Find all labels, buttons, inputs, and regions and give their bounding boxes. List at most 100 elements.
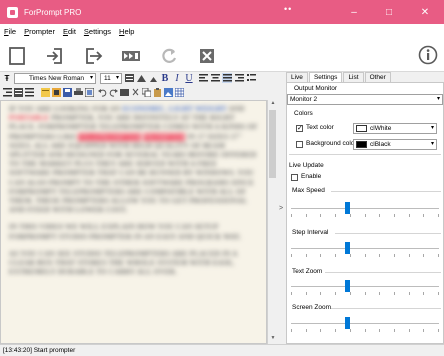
max-speed-slider[interactable] [291, 201, 439, 217]
table-icon[interactable] [175, 88, 184, 97]
align-left-icon[interactable] [198, 73, 208, 83]
slider-thumb[interactable] [345, 280, 350, 292]
text-color-checkbox[interactable]: ✓ [296, 125, 303, 132]
slider-tick [394, 254, 395, 257]
cut-icon[interactable] [131, 88, 140, 97]
menu-prompter[interactable]: Prompter [24, 27, 55, 36]
tab-list[interactable]: List [343, 72, 364, 82]
block-icon[interactable] [120, 88, 129, 97]
maximize-button[interactable]: □ [374, 0, 404, 24]
slider-tick [306, 214, 307, 217]
open-file-icon[interactable] [45, 46, 65, 66]
slider-tick [350, 254, 351, 257]
slider-tick [365, 254, 366, 257]
close-window-button[interactable]: ✕ [410, 0, 440, 24]
slider-track [291, 286, 439, 287]
slider-tick [423, 254, 424, 257]
format-toolbar: Ŧ Times New Roman ▾ 11 ▾ B I U [0, 72, 278, 100]
text-color-label: Text color [306, 124, 334, 131]
redo-icon[interactable] [109, 88, 118, 97]
slider-tick [409, 254, 410, 257]
editor-scrollbar[interactable]: ▲ ▼ [267, 100, 277, 344]
font-grow-icon[interactable] [136, 73, 146, 83]
divider [335, 233, 441, 234]
print-icon[interactable] [74, 88, 83, 97]
slider-tick [335, 292, 336, 295]
panel-splitter[interactable]: > [277, 72, 286, 344]
bold-button[interactable]: B [160, 73, 170, 84]
tab-other[interactable]: Other [364, 72, 391, 82]
chevron-down-icon: ▾ [115, 75, 119, 81]
slider-tick [379, 214, 380, 217]
align-justify-icon[interactable] [222, 73, 232, 83]
slider-tick [409, 292, 410, 295]
info-icon[interactable] [418, 45, 438, 65]
background-color-select[interactable]: clBlack ▾ [353, 139, 437, 150]
script-editor[interactable]: IF YOU ARE LOOKING FOR AN ECONOMIC, LIGH… [0, 100, 267, 344]
indent-icon[interactable] [3, 88, 12, 97]
underline-button[interactable]: U [184, 73, 194, 84]
menu-settings[interactable]: Settings [84, 27, 111, 36]
new-document-icon[interactable] [7, 46, 27, 66]
undo-icon[interactable] [98, 88, 107, 97]
align-right-icon[interactable] [234, 73, 244, 83]
note-icon[interactable] [41, 88, 50, 97]
font-name-select[interactable]: Times New Roman ▾ [14, 73, 96, 84]
font-name-value: Times New Roman [29, 75, 85, 82]
slider-tick [291, 214, 292, 217]
slider-tick [394, 214, 395, 217]
output-monitor-select[interactable]: Monitor 2 ▾ [287, 94, 443, 105]
status-text: [13:43:20] Start prompter [3, 347, 76, 354]
slider-tick [306, 292, 307, 295]
list-icon[interactable] [14, 88, 23, 97]
italic-button[interactable]: I [172, 73, 182, 84]
tab-settings[interactable]: Settings [308, 72, 343, 82]
background-color-label: Background color [306, 140, 357, 147]
save-icon[interactable] [63, 88, 72, 97]
font-size-select[interactable]: 11 ▾ [100, 73, 122, 84]
image-icon[interactable] [52, 88, 61, 97]
paragraph-style-icon[interactable] [124, 73, 134, 83]
tab-live[interactable]: Live [286, 72, 308, 82]
close-icon[interactable] [197, 46, 217, 66]
menu-edit[interactable]: Edit [63, 27, 76, 36]
slider-tick [409, 214, 410, 217]
slider-thumb[interactable] [345, 317, 350, 329]
slider-tick [409, 329, 410, 332]
slider-tick [350, 214, 351, 217]
enable-checkbox[interactable] [291, 174, 298, 181]
preview-icon[interactable] [85, 88, 94, 97]
menu-help[interactable]: Help [119, 27, 134, 36]
expand-panel-icon[interactable]: > [279, 205, 283, 212]
background-color-checkbox[interactable] [296, 141, 303, 148]
slider-tick [320, 214, 321, 217]
chevron-down-icon: ▾ [436, 96, 440, 102]
slider-thumb[interactable] [345, 202, 350, 214]
slider-tick [335, 254, 336, 257]
menu-file[interactable]: File [4, 27, 16, 36]
chevron-down-icon: ▾ [430, 125, 434, 131]
divider [325, 272, 441, 273]
slider-tick [423, 214, 424, 217]
paste-icon[interactable] [153, 88, 162, 97]
bullets-icon[interactable] [246, 73, 256, 83]
slider-tick [291, 254, 292, 257]
main-toolbar [0, 38, 444, 72]
text-color-select[interactable]: clWhite ▾ [353, 123, 437, 134]
font-shrink-icon[interactable] [148, 73, 158, 83]
picture-icon[interactable] [164, 88, 173, 97]
refresh-icon[interactable] [159, 46, 179, 66]
slider-tick [423, 329, 424, 332]
outdent-icon[interactable] [25, 88, 34, 97]
scrollbar-thumb[interactable] [269, 110, 276, 178]
copy-icon[interactable] [142, 88, 151, 97]
slider-thumb[interactable] [345, 242, 350, 254]
play-icon[interactable] [121, 46, 141, 66]
font-icon: Ŧ [4, 73, 10, 83]
step-interval-slider[interactable] [291, 241, 439, 257]
export-icon[interactable] [83, 46, 103, 66]
screen-zoom-slider[interactable] [291, 316, 439, 332]
align-center-icon[interactable] [210, 73, 220, 83]
minimize-button[interactable]: – [339, 0, 369, 24]
text-zoom-slider[interactable] [291, 279, 439, 295]
